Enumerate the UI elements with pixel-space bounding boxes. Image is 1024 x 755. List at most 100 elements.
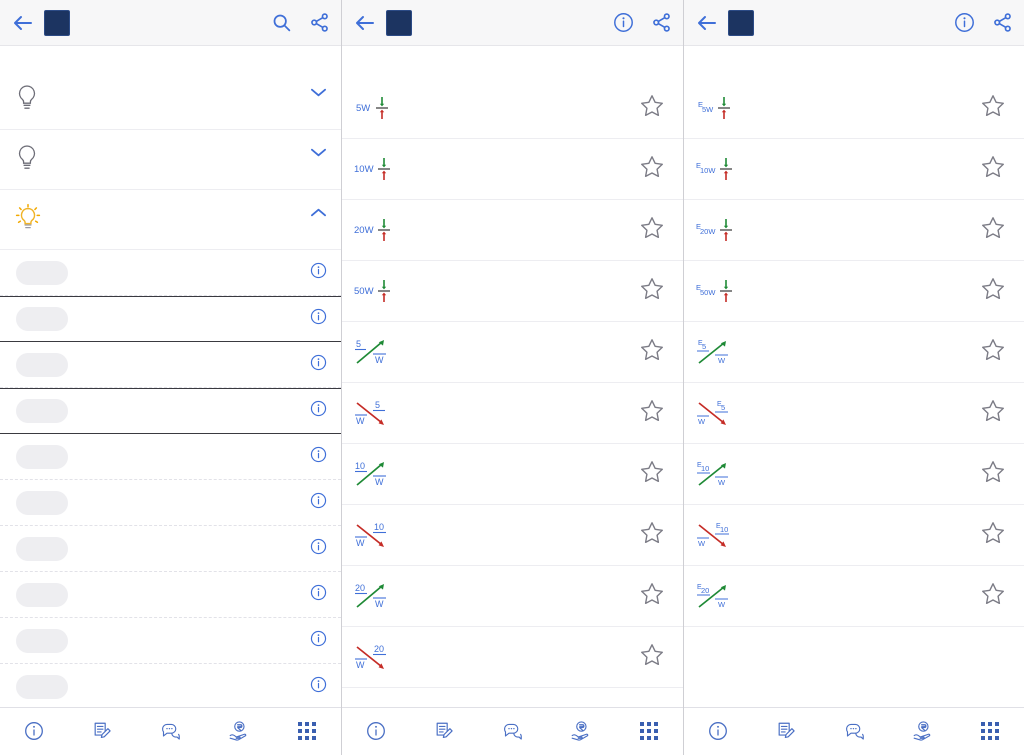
back-arrow-icon[interactable] xyxy=(695,11,719,35)
scan-row-rsi[interactable] xyxy=(0,480,341,526)
info-icon[interactable] xyxy=(310,630,327,652)
search-icon[interactable] xyxy=(271,12,292,33)
list-item[interactable]: 20W xyxy=(342,566,683,627)
info-icon[interactable] xyxy=(310,584,327,606)
close-near-ema-icon: E 10W xyxy=(696,152,736,186)
scan-row-wsma[interactable] xyxy=(0,296,341,342)
notes-pencil-icon xyxy=(92,720,112,741)
nav-item-club[interactable] xyxy=(136,720,204,743)
share-icon[interactable] xyxy=(992,12,1013,33)
scan-row-ema[interactable] xyxy=(0,342,341,388)
scan-row-roc[interactable] xyxy=(0,664,341,710)
close-crossing-below-icon: 5W xyxy=(354,335,394,369)
nav-item-notes[interactable] xyxy=(410,720,478,743)
favorite-star-icon[interactable] xyxy=(639,520,665,551)
info-icon[interactable] xyxy=(613,12,634,33)
favorite-star-icon[interactable] xyxy=(980,215,1006,246)
nav-item-invest[interactable] xyxy=(888,720,956,743)
nav-item-invest[interactable] xyxy=(547,720,615,743)
svg-text:W: W xyxy=(356,660,365,670)
list-item[interactable]: 20W xyxy=(342,627,683,688)
back-arrow-icon[interactable] xyxy=(11,11,35,35)
nav-item-menu[interactable] xyxy=(273,720,341,743)
share-icon[interactable] xyxy=(651,12,672,33)
scan-row-wema[interactable] xyxy=(0,388,341,434)
chevron-down-icon[interactable] xyxy=(257,87,327,98)
item-texts xyxy=(394,228,639,233)
close-near-ema-icon: E 50W xyxy=(696,274,736,308)
nav-item-info[interactable] xyxy=(342,720,410,743)
nav-item-invest[interactable] xyxy=(205,720,273,743)
info-icon[interactable] xyxy=(310,308,327,330)
list-item[interactable]: E 50W xyxy=(684,261,1024,322)
list-item[interactable]: 50W xyxy=(342,261,683,322)
nav-item-info[interactable] xyxy=(0,720,68,743)
nav-item-notes[interactable] xyxy=(68,720,136,743)
info-icon[interactable] xyxy=(310,262,327,284)
nav-item-notes[interactable] xyxy=(752,720,820,743)
favorite-star-icon[interactable] xyxy=(639,581,665,612)
favorite-star-icon[interactable] xyxy=(639,642,665,673)
favorite-star-icon[interactable] xyxy=(980,459,1006,490)
favorite-star-icon[interactable] xyxy=(639,337,665,368)
scan-row-wrsi[interactable] xyxy=(0,526,341,572)
nav-item-menu[interactable] xyxy=(615,720,683,743)
list-item[interactable]: E10W xyxy=(684,444,1024,505)
favorite-star-icon[interactable] xyxy=(980,581,1006,612)
svg-text:20: 20 xyxy=(355,583,365,593)
scan-row-wpr[interactable] xyxy=(0,618,341,664)
list-item[interactable]: E10W xyxy=(684,505,1024,566)
list-item[interactable]: 5W xyxy=(342,383,683,444)
favorite-star-icon[interactable] xyxy=(639,93,665,124)
favorite-star-icon[interactable] xyxy=(980,154,1006,185)
back-arrow-icon[interactable] xyxy=(353,11,377,35)
list-item[interactable]: 10W xyxy=(342,505,683,566)
chevron-up-icon[interactable] xyxy=(257,207,327,218)
list-item[interactable]: E5W xyxy=(684,78,1024,139)
favorite-star-icon[interactable] xyxy=(980,93,1006,124)
scan-row-sma[interactable] xyxy=(0,250,341,296)
nav-item-menu[interactable] xyxy=(956,720,1024,743)
info-icon[interactable] xyxy=(310,492,327,514)
scan-row-mfi[interactable] xyxy=(0,572,341,618)
list-item[interactable]: 20W xyxy=(342,200,683,261)
nav-item-info[interactable] xyxy=(684,720,752,743)
category-row-technicals-scans[interactable] xyxy=(0,190,341,250)
category-row-price-scans[interactable] xyxy=(0,70,341,130)
favorite-star-icon[interactable] xyxy=(980,337,1006,368)
panel2-scroll-body[interactable]: 5W 10W 20W 50W 5 W 5 W 10 W 10 W 20 W 20… xyxy=(342,46,683,755)
scan-row-cci[interactable] xyxy=(0,434,341,480)
list-item[interactable]: E5W xyxy=(684,383,1024,444)
nav-item-club[interactable] xyxy=(478,720,546,743)
favorite-star-icon[interactable] xyxy=(639,154,665,185)
info-icon[interactable] xyxy=(310,676,327,698)
panel3-scroll-body[interactable]: E 5W E 10W E 20W E 50W E 5 W E 5 W E 10 … xyxy=(684,46,1024,755)
favorite-star-icon[interactable] xyxy=(639,276,665,307)
favorite-star-icon[interactable] xyxy=(980,276,1006,307)
list-item[interactable]: E5W xyxy=(684,322,1024,383)
list-item[interactable]: 5W xyxy=(342,322,683,383)
favorite-star-icon[interactable] xyxy=(639,215,665,246)
info-icon[interactable] xyxy=(310,538,327,560)
category-row-volume-delivery-scans[interactable] xyxy=(0,130,341,190)
info-icon[interactable] xyxy=(310,446,327,468)
list-item[interactable]: 10W xyxy=(342,444,683,505)
favorite-star-icon[interactable] xyxy=(639,398,665,429)
favorite-star-icon[interactable] xyxy=(980,398,1006,429)
scan-tag xyxy=(16,536,68,561)
nav-item-club[interactable] xyxy=(820,720,888,743)
close-crossing-above-icon: 5W xyxy=(354,396,394,430)
favorite-star-icon[interactable] xyxy=(639,459,665,490)
info-icon[interactable] xyxy=(954,12,975,33)
share-icon[interactable] xyxy=(309,12,330,33)
list-item[interactable]: E10W xyxy=(684,139,1024,200)
info-icon[interactable] xyxy=(310,400,327,422)
favorite-star-icon[interactable] xyxy=(980,520,1006,551)
list-item[interactable]: 10W xyxy=(342,139,683,200)
info-icon[interactable] xyxy=(310,354,327,376)
chevron-down-icon[interactable] xyxy=(257,147,327,158)
list-item[interactable]: 5W xyxy=(342,78,683,139)
panel1-scroll-body[interactable] xyxy=(0,46,341,755)
list-item[interactable]: E20W xyxy=(684,200,1024,261)
list-item[interactable]: E20W xyxy=(684,566,1024,627)
